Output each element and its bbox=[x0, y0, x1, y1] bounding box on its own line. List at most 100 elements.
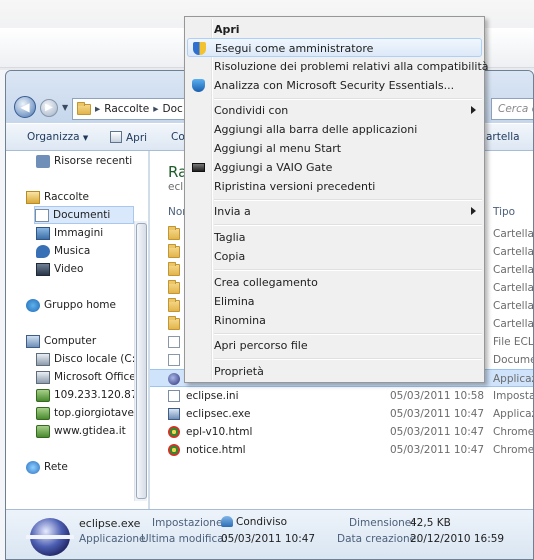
file-date: 05/03/2011 10:47 bbox=[390, 408, 485, 420]
sidebar-item-local-disk[interactable]: Disco locale (C:) bbox=[36, 350, 139, 368]
menu-item-security-essentials[interactable]: Analizza con Microsoft Security Essentia… bbox=[187, 76, 482, 95]
application-icon bbox=[168, 408, 180, 420]
menu-item-delete[interactable]: Elimina bbox=[187, 292, 482, 311]
file-type: Impostazio bbox=[493, 390, 533, 402]
computer-icon bbox=[26, 334, 40, 348]
menu-separator bbox=[214, 199, 482, 201]
sidebar-item-music[interactable]: Musica bbox=[36, 242, 90, 260]
folder-icon bbox=[168, 280, 180, 294]
open-button[interactable]: Apri bbox=[110, 131, 147, 144]
menu-item-pin-start[interactable]: Aggiungi al menu Start bbox=[187, 139, 482, 158]
file-row[interactable]: epl-v10.html 05/03/2011 10:47 Chrome H bbox=[150, 423, 533, 441]
scrollbar-thumb[interactable] bbox=[136, 223, 147, 499]
images-icon bbox=[36, 226, 50, 240]
folder-icon bbox=[168, 226, 180, 240]
folder-icon bbox=[168, 316, 180, 330]
menu-item-properties[interactable]: Proprietà bbox=[187, 362, 482, 381]
file-type: Applicazio bbox=[493, 373, 533, 385]
menu-item-vaio-gate[interactable]: Aggiungi a VAIO Gate bbox=[187, 158, 482, 177]
sidebar-label: Microsoft Office bbox=[54, 371, 136, 383]
menu-separator bbox=[214, 358, 482, 360]
menu-label: Risoluzione dei problemi relativi alla c… bbox=[214, 60, 489, 73]
sidebar-item-libraries[interactable]: Raccolte bbox=[26, 188, 89, 206]
forward-button[interactable]: ▶ bbox=[40, 99, 58, 117]
eclipse-icon bbox=[168, 373, 180, 385]
sidebar-item-video[interactable]: Video bbox=[36, 260, 83, 278]
menu-item-cut[interactable]: Taglia bbox=[187, 228, 482, 247]
organize-button[interactable]: Organizza ▼ bbox=[27, 131, 88, 143]
network-drive-icon bbox=[36, 424, 50, 438]
file-name: notice.html bbox=[186, 444, 246, 456]
menu-item-restore-versions[interactable]: Ripristina versioni precedenti bbox=[187, 177, 482, 196]
menu-label: Condividi con bbox=[214, 104, 289, 117]
sidebar-item-recent[interactable]: Risorse recenti bbox=[36, 152, 132, 170]
file-name: eclipsec.exe bbox=[186, 408, 251, 420]
file-row[interactable]: eclipse.ini 05/03/2011 10:58 Impostazio bbox=[150, 387, 533, 405]
menu-item-open-file-location[interactable]: Apri percorso file bbox=[187, 336, 482, 355]
details-type: Applicazione bbox=[79, 533, 146, 545]
history-dropdown-icon[interactable]: ▼ bbox=[62, 103, 68, 112]
sidebar-item-ms-office[interactable]: Microsoft Office bbox=[36, 368, 136, 386]
network-drive-icon bbox=[36, 406, 50, 420]
menu-item-send-to[interactable]: Invia a bbox=[187, 202, 482, 221]
eclipse-icon bbox=[26, 518, 74, 556]
sidebar-item-images[interactable]: Immagini bbox=[36, 224, 103, 242]
menu-separator bbox=[214, 224, 482, 226]
sidebar-item-documents[interactable]: Documenti bbox=[34, 206, 134, 224]
address-bar[interactable]: ▸ Raccolte ▸ Doc bbox=[72, 98, 192, 120]
music-icon bbox=[36, 244, 50, 258]
menu-item-open[interactable]: Apri bbox=[187, 20, 482, 39]
submenu-arrow-icon bbox=[471, 106, 476, 114]
menu-item-compatibility[interactable]: Risoluzione dei problemi relativi alla c… bbox=[187, 57, 489, 76]
menu-label: Analizza con Microsoft Security Essentia… bbox=[214, 79, 455, 92]
chrome-html-icon bbox=[168, 444, 180, 456]
sidebar-item-network-drive-gtidea[interactable]: www.gtidea.it bbox=[36, 422, 126, 440]
menu-item-pin-taskbar[interactable]: Aggiungi alla barra delle applicazioni bbox=[187, 120, 482, 139]
sidebar-item-network[interactable]: Rete bbox=[26, 458, 68, 476]
sidebar-label: Musica bbox=[54, 245, 91, 257]
sidebar-item-homegroup[interactable]: Gruppo home bbox=[26, 296, 116, 314]
vaio-gate-icon bbox=[192, 163, 205, 172]
details-size-label: Dimensione: bbox=[349, 517, 415, 529]
sidebar-label: Disco locale (C:) bbox=[54, 353, 140, 365]
menu-label: Ripristina versioni precedenti bbox=[214, 180, 376, 193]
menu-item-run-as-admin[interactable]: Esegui come amministratore bbox=[187, 38, 482, 57]
video-icon bbox=[36, 262, 50, 276]
sidebar-item-computer[interactable]: Computer bbox=[26, 332, 96, 350]
new-folder-button[interactable]: artella bbox=[486, 131, 520, 143]
search-input[interactable]: Cerca ec bbox=[491, 98, 533, 120]
file-type: Applicazio bbox=[493, 408, 533, 420]
chrome-html-icon bbox=[168, 426, 180, 438]
file-type: Cartella di bbox=[493, 300, 534, 312]
sidebar-label: Raccolte bbox=[44, 191, 89, 203]
settings-file-icon bbox=[168, 390, 180, 402]
menu-label: Apri percorso file bbox=[214, 339, 308, 352]
menu-label: Esegui come amministratore bbox=[215, 42, 374, 55]
submenu-arrow-icon bbox=[471, 207, 476, 215]
file-row[interactable]: notice.html 05/03/2011 10:47 Chrome H bbox=[150, 441, 533, 459]
menu-item-copy[interactable]: Copia bbox=[187, 247, 482, 266]
file-name: eclipse.ini bbox=[186, 390, 239, 402]
menu-label: Proprietà bbox=[214, 365, 264, 378]
file-type: Cartella di bbox=[493, 318, 534, 330]
toolbar-partial-button[interactable]: Co bbox=[171, 131, 185, 143]
sidebar-item-network-drive-ip[interactable]: 109.233.120.87 bbox=[36, 386, 138, 404]
breadcrumb-documents[interactable]: Doc bbox=[163, 103, 183, 115]
menu-separator bbox=[214, 333, 482, 335]
column-header-type[interactable]: Tipo bbox=[493, 206, 515, 218]
file-type: Cartella di bbox=[493, 228, 534, 240]
back-button[interactable]: ◀ bbox=[14, 96, 36, 118]
drive-icon bbox=[36, 370, 50, 384]
sidebar-scrollbar[interactable] bbox=[134, 221, 147, 501]
sidebar-label: Risorse recenti bbox=[54, 155, 133, 167]
breadcrumb-libraries[interactable]: Raccolte bbox=[104, 103, 149, 115]
menu-item-rename[interactable]: Rinomina bbox=[187, 311, 482, 330]
menu-label: Rinomina bbox=[214, 314, 266, 327]
folder-icon bbox=[168, 262, 180, 276]
sidebar-item-network-drive-giorgiotave[interactable]: top.giorgiotave.it bbox=[36, 404, 144, 422]
menu-item-share-with[interactable]: Condividi con bbox=[187, 101, 482, 120]
menu-item-create-shortcut[interactable]: Crea collegamento bbox=[187, 273, 482, 292]
file-row[interactable]: eclipsec.exe 05/03/2011 10:47 Applicazio bbox=[150, 405, 533, 423]
recent-places-icon bbox=[36, 154, 50, 168]
sidebar-label: 109.233.120.87 bbox=[54, 389, 138, 401]
